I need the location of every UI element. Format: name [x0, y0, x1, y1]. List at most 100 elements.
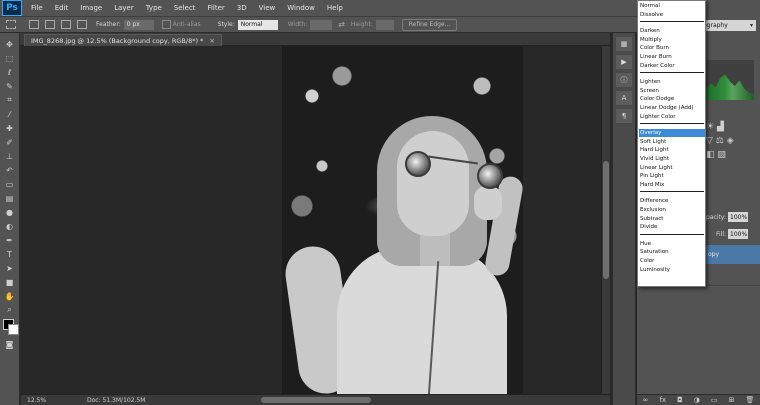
invert-icon[interactable]: ◧ — [706, 150, 715, 160]
blend-mode-item[interactable]: Lighten — [639, 78, 705, 86]
blend-mode-item[interactable]: Pin Light — [639, 172, 705, 180]
height-input[interactable] — [375, 19, 394, 30]
vibrance-icon[interactable]: ▽ — [706, 136, 713, 146]
blend-mode-item[interactable]: Exclusion — [639, 206, 705, 214]
style-select[interactable]: Normal — [237, 19, 278, 30]
workspace-select[interactable]: ography ▾ — [700, 20, 756, 31]
crop-tool-icon[interactable]: ⌗ — [3, 95, 17, 105]
menu-view[interactable]: View — [253, 4, 282, 12]
vertical-scroll-thumb[interactable] — [603, 161, 609, 279]
blend-mode-item[interactable]: Overlay — [639, 129, 705, 138]
eyedropper-tool-icon[interactable]: ⁄ — [3, 109, 17, 119]
blend-mode-item[interactable]: Linear Burn — [639, 53, 705, 61]
close-icon[interactable]: ✕ — [209, 37, 214, 45]
menu-file[interactable]: File — [22, 4, 49, 12]
zoom-level[interactable]: 12.5% — [27, 397, 46, 404]
brush-tool-icon[interactable]: ✐ — [3, 137, 17, 147]
gradient-map-icon[interactable]: ▨ — [717, 150, 726, 160]
blend-mode-item[interactable]: Linear Dodge (Add) — [639, 104, 705, 112]
blend-mode-item[interactable]: Color Dodge — [639, 95, 705, 103]
blend-mode-item[interactable]: Multiply — [639, 36, 705, 44]
swap-icon[interactable]: ⇄ — [338, 20, 345, 29]
healing-tool-icon[interactable]: ✚ — [3, 123, 17, 133]
type-tool-icon[interactable]: T — [3, 249, 17, 259]
selected-layer-row[interactable]: opy — [706, 245, 760, 264]
folder-icon[interactable]: ▭ — [711, 396, 718, 404]
menu-layer[interactable]: Layer — [108, 4, 140, 12]
menu-filter[interactable]: Filter — [201, 4, 230, 12]
blend-mode-item[interactable]: Divide — [639, 223, 705, 231]
canvas-area[interactable] — [21, 46, 601, 394]
path-select-tool-icon[interactable]: ➤ — [3, 263, 17, 273]
quick-select-tool-icon[interactable]: ✎ — [3, 81, 17, 91]
menu-edit[interactable]: Edit — [49, 4, 75, 12]
dodge-tool-icon[interactable]: ◐ — [3, 221, 17, 231]
history-panel-icon[interactable]: ▦ — [616, 37, 632, 51]
move-tool-icon[interactable]: ✥ — [3, 39, 17, 49]
fill-input[interactable]: 100% — [728, 229, 748, 239]
blend-mode-item[interactable]: Saturation — [639, 248, 705, 256]
blend-mode-item[interactable]: Darken — [639, 27, 705, 35]
pen-tool-icon[interactable]: ✒ — [3, 235, 17, 245]
blend-mode-item[interactable]: Linear Light — [639, 164, 705, 172]
color-balance-icon[interactable]: ⚖ — [716, 136, 724, 146]
layer-row[interactable] — [706, 264, 760, 286]
menu-help[interactable]: Help — [321, 4, 349, 12]
zoom-tool-icon[interactable]: ⌕ — [3, 305, 17, 315]
horizontal-scroll-thumb[interactable] — [261, 397, 371, 403]
quick-mask-icon[interactable]: ◙ — [3, 339, 17, 349]
actions-panel-icon[interactable]: ▶ — [616, 55, 632, 69]
paragraph-panel-icon[interactable]: ¶ — [616, 109, 632, 123]
blend-mode-item[interactable]: Darker Color — [639, 62, 705, 70]
mask-icon[interactable]: ◘ — [677, 396, 683, 404]
levels-icon[interactable]: ▟ — [717, 122, 724, 132]
blend-mode-item[interactable]: Screen — [639, 87, 705, 95]
blend-mode-item[interactable]: Dissolve — [639, 11, 705, 19]
opacity-input[interactable]: 100% — [728, 212, 748, 222]
menu-3d[interactable]: 3D — [231, 4, 253, 12]
marquee-tool-icon[interactable] — [6, 20, 16, 29]
history-brush-tool-icon[interactable]: ↶ — [3, 165, 17, 175]
blend-mode-item[interactable]: Vivid Light — [639, 155, 705, 163]
lasso-tool-icon[interactable]: ℓ — [3, 67, 17, 77]
brightness-icon[interactable]: ☀ — [706, 122, 714, 132]
hand-tool-icon[interactable]: ✋ — [3, 291, 17, 301]
character-panel-icon[interactable]: A — [616, 91, 632, 105]
menu-image[interactable]: Image — [74, 4, 108, 12]
new-layer-icon[interactable]: ⊞ — [729, 396, 735, 404]
intersect-selection-icon[interactable] — [77, 20, 87, 29]
refine-edge-button[interactable]: Refine Edge... — [401, 18, 458, 31]
blend-mode-item[interactable]: Hard Light — [639, 146, 705, 154]
menu-select[interactable]: Select — [168, 4, 202, 12]
link-icon[interactable]: ∞ — [643, 396, 649, 404]
document-tab[interactable]: IMG_8268.jpg @ 12.5% (Background copy, R… — [24, 34, 222, 46]
fx-icon[interactable]: fx — [659, 396, 666, 404]
menu-type[interactable]: Type — [140, 4, 168, 12]
blend-mode-item[interactable]: Normal — [639, 2, 705, 10]
blend-mode-item[interactable]: Color — [639, 257, 705, 265]
color-swatches-icon[interactable] — [2, 319, 19, 335]
marquee-tool-icon[interactable]: ⬚ — [3, 53, 17, 63]
gradient-tool-icon[interactable]: ▤ — [3, 193, 17, 203]
vertical-scrollbar[interactable] — [601, 46, 610, 394]
menu-window[interactable]: Window — [281, 4, 321, 12]
add-selection-icon[interactable] — [45, 20, 55, 29]
trash-icon[interactable]: 🗑 — [746, 396, 755, 404]
eraser-tool-icon[interactable]: ▭ — [3, 179, 17, 189]
new-selection-icon[interactable] — [29, 20, 39, 29]
blend-mode-item[interactable]: Hue — [639, 240, 705, 248]
antialias-checkbox[interactable] — [161, 20, 171, 29]
info-panel-icon[interactable]: ⓘ — [616, 73, 632, 87]
blend-mode-item[interactable]: Subtract — [639, 215, 705, 223]
adjustment-icon[interactable]: ◑ — [694, 396, 700, 404]
blend-mode-item[interactable]: Hard Mix — [639, 181, 705, 189]
blend-mode-item[interactable]: Color Burn — [639, 44, 705, 52]
clone-stamp-tool-icon[interactable]: ⊥ — [3, 151, 17, 161]
blend-mode-item[interactable]: Difference — [639, 197, 705, 205]
subtract-selection-icon[interactable] — [61, 20, 71, 29]
blend-mode-item[interactable]: Soft Light — [639, 138, 705, 146]
blend-mode-item[interactable]: Luminosity — [639, 266, 705, 274]
photo-filter-icon[interactable]: ◈ — [727, 136, 734, 146]
blur-tool-icon[interactable]: ● — [3, 207, 17, 217]
feather-input[interactable]: 0 px — [123, 19, 154, 30]
